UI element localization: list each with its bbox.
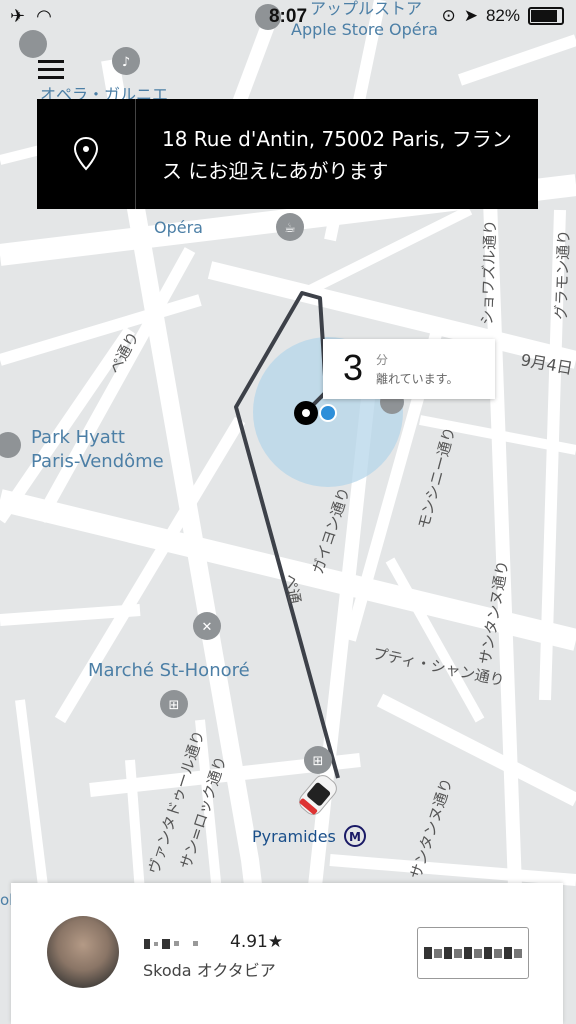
label-park-hyatt: Park Hyatt [31,427,125,448]
label-opera: Opéra [154,218,203,237]
orientation-lock-icon: ⊙ [441,6,456,25]
driver-avatar[interactable] [47,916,119,988]
user-location-dot [319,404,337,422]
svg-text:✕: ✕ [202,620,213,635]
battery-percent: 82% [485,6,520,25]
label-choiseul: ショワズル通り [478,220,500,326]
svg-text:⊞: ⊞ [313,754,324,769]
location-arrow-icon: ➤ [463,6,478,25]
eta-callout: 3 分 離れています。 [323,339,495,399]
svg-text:☕: ☕ [284,221,296,236]
driver-card[interactable]: 4.91★ Skoda オクタビア [11,883,563,1024]
shopping-poi-icon [19,30,47,58]
label-gramont: グラモン通り [552,230,573,321]
svg-text:⊞: ⊞ [169,698,180,713]
pickup-address: 18 Rue d'Antin, 75002 Paris, フランス にお迎えにあ… [162,127,512,183]
svg-text:♪: ♪ [122,55,130,70]
hamburger-menu-icon[interactable] [38,60,64,82]
battery-icon [528,7,564,25]
eta-minutes: 3 [343,347,364,388]
label-marche: Marché St-Honoré [88,660,250,681]
map-pin-icon [37,99,136,209]
status-right: ⊙ ➤ 82% [441,6,564,26]
svg-text:M: M [349,830,361,844]
driver-name-redacted [144,933,224,949]
driver-rating: 4.91★ [230,932,284,952]
eta-label: 離れています。 [376,372,459,386]
eta-unit: 分 [376,353,389,367]
license-plate-redacted [417,927,529,979]
pickup-banner[interactable]: 18 Rue d'Antin, 75002 Paris, フランス にお迎えにあ… [37,99,538,209]
car-model: Skoda オクタビア [143,961,276,980]
label-paris-vendome: Paris-Vendôme [31,451,164,472]
label-pyramides: Pyramides [252,827,336,846]
status-bar: ✈ ◠ 8:07 ⊙ ➤ 82% [0,0,576,34]
